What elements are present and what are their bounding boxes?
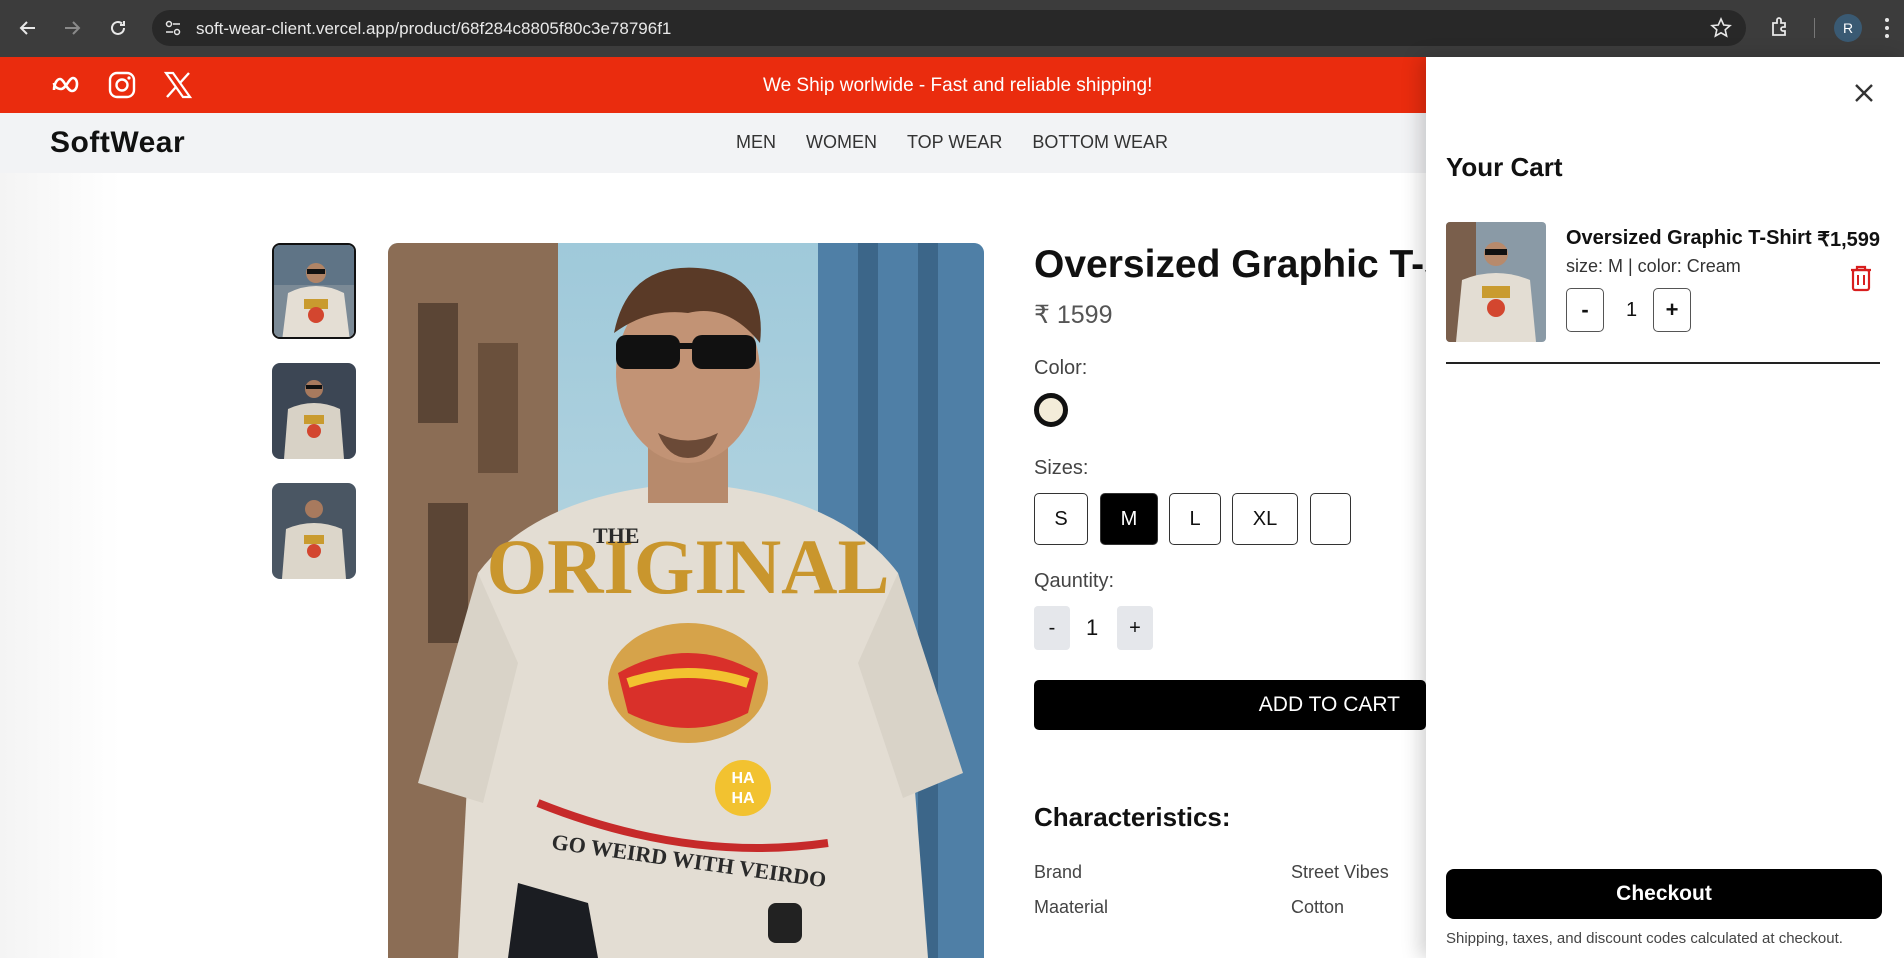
quantity-decrease-button[interactable]: - [1034,606,1070,650]
cart-quantity-increase-button[interactable]: + [1653,288,1691,332]
reload-icon[interactable] [104,14,132,42]
svg-text:THE: THE [593,523,639,548]
trash-icon[interactable] [1848,263,1874,293]
characteristic-value-material: Cotton [1291,897,1345,917]
color-swatch-cream[interactable] [1034,393,1068,427]
toolbar-divider [1814,18,1815,38]
size-button-xl[interactable]: XL [1232,493,1298,545]
site-info-icon[interactable] [164,19,182,37]
sizes-label: Sizes: [1034,457,1089,479]
product-thumbnail-2[interactable] [272,363,356,459]
bookmark-star-icon[interactable] [1710,17,1732,39]
cart-drawer: Your Cart Oversized Graphic T-Shirt ₹1,5… [1426,57,1904,958]
cart-divider [1446,362,1880,364]
close-icon[interactable] [1852,81,1876,105]
x-icon[interactable] [162,69,194,101]
main-nav: MEN WOMEN TOP WEAR BOTTOM WEAR [736,132,1168,153]
cart-title: Your Cart [1446,152,1563,182]
characteristics-title: Characteristics: [1034,802,1231,832]
size-button-s[interactable]: S [1034,493,1088,545]
back-icon[interactable] [14,14,42,42]
nav-bottom-wear[interactable]: BOTTOM WEAR [1032,132,1168,153]
checkout-button[interactable]: Checkout [1446,869,1882,919]
svg-text:HA: HA [731,790,755,807]
size-button-l[interactable]: L [1169,493,1221,545]
nav-top-wear[interactable]: TOP WEAR [907,132,1002,153]
color-label: Color: [1034,357,1088,379]
announcement-message: We Ship worlwide - Fast and reliable shi… [763,75,1153,96]
add-to-cart-button[interactable]: ADD TO CART [1034,680,1426,730]
kebab-menu-icon[interactable] [1884,16,1890,40]
product-main-image: ORIGINAL THE HA HA GO WEIRD WITH VEIRDO [388,243,984,958]
cart-item-meta: size: M | color: Cream [1566,256,1741,276]
characteristic-key-brand: Brand [1034,862,1083,882]
checkout-note: Shipping, taxes, and discount codes calc… [1446,930,1843,947]
cart-quantity-decrease-button[interactable]: - [1566,288,1604,332]
cart-item-name: Oversized Graphic T-Shirt [1566,227,1812,249]
instagram-icon[interactable] [106,69,138,101]
cart-item-image [1446,222,1546,342]
url-text[interactable]: soft-wear-client.vercel.app/product/68f2… [196,19,671,39]
meta-icon[interactable] [50,69,82,101]
characteristic-key-material: Maaterial [1034,897,1109,917]
forward-icon[interactable] [58,14,86,42]
nav-women[interactable]: WOMEN [806,132,877,153]
quantity-value: 1 [1086,615,1099,640]
cart-item-price: ₹1,599 [1817,229,1880,251]
size-button-m[interactable]: M [1100,493,1158,545]
extensions-icon[interactable] [1768,14,1794,40]
characteristic-value-brand: Street Vibes [1291,862,1389,882]
quantity-increase-button[interactable]: + [1117,606,1153,650]
product-thumbnail-3[interactable] [272,483,356,579]
cart-item-quantity: 1 [1626,299,1638,321]
profile-avatar[interactable]: R [1834,14,1862,42]
site-logo[interactable]: SoftWear [50,126,185,160]
size-button-extra[interactable] [1310,493,1351,545]
product-thumbnail-1[interactable] [272,243,356,339]
browser-toolbar: soft-wear-client.vercel.app/product/68f2… [0,0,1904,57]
add-to-cart-label: ADD TO CART [1258,693,1400,716]
page-shade [0,173,120,958]
quantity-label: Qauntity: [1034,570,1115,592]
nav-men[interactable]: MEN [736,132,776,153]
product-price: ₹ 1599 [1034,301,1113,329]
svg-text:ORIGINAL: ORIGINAL [486,523,889,610]
address-bar[interactable]: soft-wear-client.vercel.app/product/68f2… [152,10,1746,46]
svg-text:HA: HA [731,770,755,787]
